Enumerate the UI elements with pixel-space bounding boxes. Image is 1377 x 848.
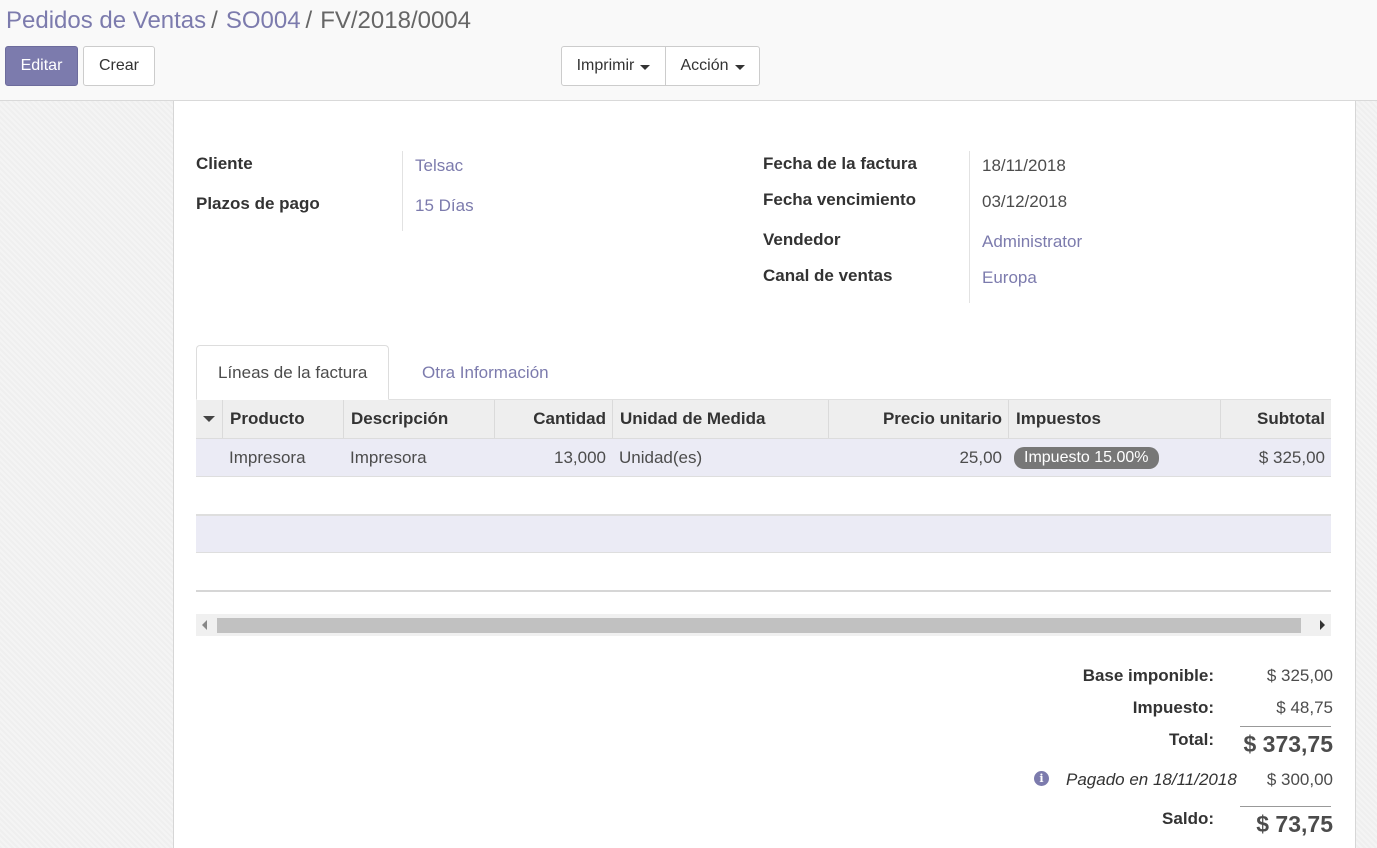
column-header-product[interactable]: Producto bbox=[222, 400, 343, 438]
print-dropdown-button[interactable]: Imprimir bbox=[561, 46, 666, 86]
breadcrumb-sales-orders[interactable]: Pedidos de Ventas bbox=[6, 7, 206, 34]
scrollbar-thumb[interactable] bbox=[217, 618, 1301, 633]
scroll-right-arrow-icon[interactable] bbox=[1320, 620, 1325, 630]
column-header-subtotal[interactable]: Subtotal bbox=[1220, 400, 1331, 438]
print-button-label: Imprimir bbox=[576, 57, 635, 74]
column-header-taxes[interactable]: Impuestos bbox=[1008, 400, 1220, 438]
caret-down-icon bbox=[734, 64, 745, 70]
total-value: $ 373,75 bbox=[1243, 731, 1333, 757]
payment-terms-label: Plazos de pago bbox=[196, 194, 320, 213]
info-icon[interactable]: i bbox=[1034, 771, 1049, 786]
tab-label: Líneas de la factura bbox=[218, 362, 368, 382]
breadcrumb-separator: / bbox=[211, 7, 218, 34]
sales-channel-label: Canal de ventas bbox=[763, 266, 893, 285]
due-date-label: Fecha vencimiento bbox=[763, 190, 917, 209]
customer-value[interactable]: Telsac bbox=[415, 156, 463, 176]
base-amount-value: $ 325,00 bbox=[1266, 666, 1333, 685]
invoice-date-label: Fecha de la factura bbox=[763, 154, 918, 173]
tax-amount-value: $ 48,75 bbox=[1276, 698, 1333, 717]
balance-label: Saldo: bbox=[1162, 809, 1214, 828]
table-row-empty bbox=[196, 554, 1331, 592]
control-panel: Pedidos de Ventas / SO004/FV/2018/0004 Edi… bbox=[0, 0, 1377, 101]
group-divider bbox=[969, 151, 970, 303]
salesperson-value[interactable]: Administrator bbox=[982, 232, 1082, 252]
cell-uom: Unidad(es) bbox=[619, 448, 703, 467]
edit-button-label: Editar bbox=[20, 57, 63, 74]
cell-taxes: Impuesto 15.00% bbox=[1008, 439, 1220, 477]
total-label: Total: bbox=[1168, 730, 1214, 749]
cell-product: Impresora bbox=[229, 448, 306, 467]
column-header-description[interactable]: Descripción bbox=[343, 400, 494, 438]
payment-terms-value[interactable]: 15 Días bbox=[415, 196, 474, 216]
sales-channel-value[interactable]: Europa bbox=[982, 268, 1037, 288]
invoice-date-value: 18/11/2018 bbox=[982, 156, 1066, 175]
breadcrumb-current-invoice: FV/2018/0004 bbox=[320, 7, 472, 34]
breadcrumb-separator: / bbox=[305, 7, 313, 34]
action-button-label: Acción bbox=[680, 57, 729, 74]
tab-other-info[interactable]: Otra Información bbox=[401, 345, 570, 400]
payment-info-text: Pagado en 18/11/2018 bbox=[1066, 770, 1237, 789]
invoice-form-sheet: Cliente Telsac Plazos de pago 15 Días Fe… bbox=[173, 101, 1356, 848]
tab-invoice-lines[interactable]: Líneas de la factura bbox=[196, 345, 390, 400]
tax-amount-label: Impuesto: bbox=[1132, 698, 1214, 717]
table-row-empty bbox=[196, 515, 1331, 553]
scroll-left-arrow-icon[interactable] bbox=[202, 620, 207, 630]
due-date-value: 03/12/2018 bbox=[982, 192, 1068, 211]
edit-button[interactable]: Editar bbox=[5, 46, 78, 86]
column-header-unit-price[interactable]: Precio unitario bbox=[828, 400, 1008, 438]
caret-down-icon bbox=[640, 64, 651, 70]
table-row-empty bbox=[196, 477, 1331, 515]
table-row[interactable]: Impresora Impresora 13,000 Unidad(es) 25… bbox=[196, 439, 1331, 477]
sort-column-header[interactable] bbox=[196, 400, 222, 438]
breadcrumb-so004[interactable]: SO004 bbox=[226, 7, 301, 34]
action-dropdown-button[interactable]: Acción bbox=[665, 46, 760, 86]
balance-divider bbox=[1240, 806, 1331, 807]
breadcrumb: Pedidos de Ventas / SO004/FV/2018/0004 bbox=[6, 7, 471, 35]
customer-label: Cliente bbox=[196, 154, 253, 173]
create-button[interactable]: Crear bbox=[83, 46, 155, 86]
group-divider bbox=[402, 151, 403, 231]
cell-description: Impresora bbox=[350, 448, 427, 467]
balance-value: $ 73,75 bbox=[1256, 811, 1333, 837]
create-button-label: Crear bbox=[98, 57, 139, 74]
column-header-quantity[interactable]: Cantidad bbox=[494, 400, 612, 438]
table-header: Producto Descripción Cantidad Unidad de … bbox=[196, 399, 1331, 440]
cell-unit-price: 25,00 bbox=[959, 448, 1002, 467]
cell-quantity: 13,000 bbox=[554, 448, 606, 467]
payment-amount-value: $ 300,00 bbox=[1266, 770, 1333, 789]
caret-down-icon bbox=[203, 416, 215, 422]
tax-badge: Impuesto 15.00% bbox=[1014, 447, 1159, 469]
total-divider bbox=[1240, 726, 1331, 727]
tab-label: Otra Información bbox=[422, 362, 549, 382]
cell-subtotal: $ 325,00 bbox=[1258, 448, 1325, 467]
horizontal-scrollbar[interactable] bbox=[196, 614, 1331, 636]
base-amount-label: Base imponible: bbox=[1082, 666, 1214, 685]
salesperson-label: Vendedor bbox=[763, 230, 841, 249]
column-header-uom[interactable]: Unidad de Medida bbox=[612, 400, 828, 438]
